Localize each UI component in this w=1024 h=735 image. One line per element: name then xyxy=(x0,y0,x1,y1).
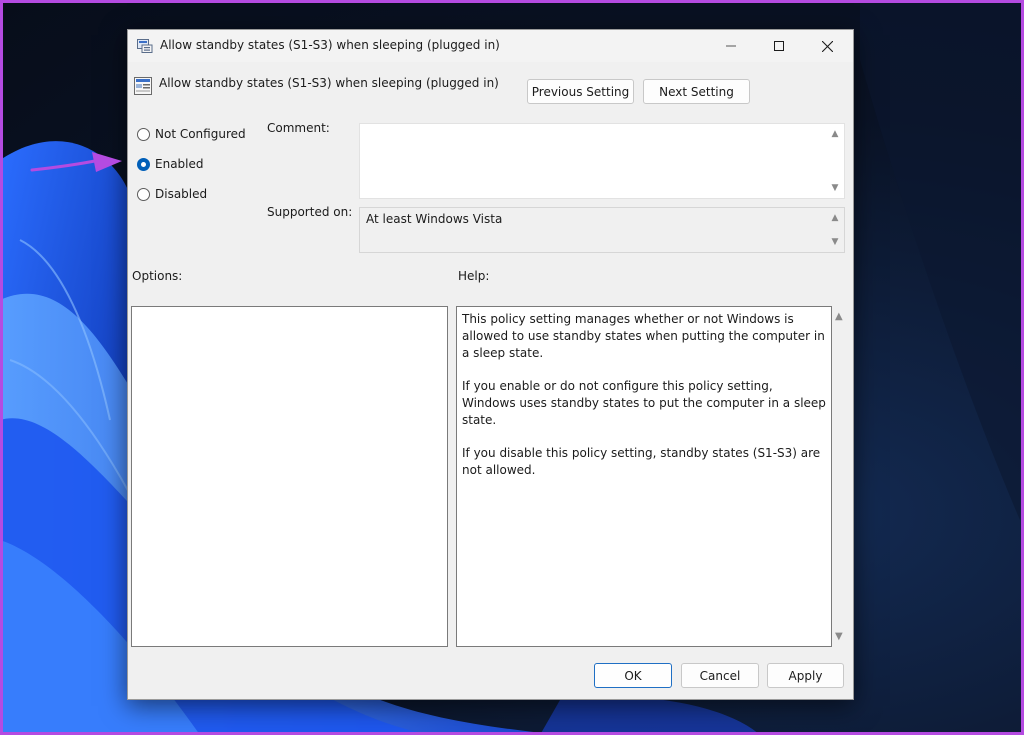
maximize-button[interactable] xyxy=(756,30,802,62)
scroll-down-icon[interactable]: ▼ xyxy=(830,238,840,247)
radio-label: Enabled xyxy=(155,157,204,171)
previous-setting-button[interactable]: Previous Setting xyxy=(527,79,634,104)
minimize-icon xyxy=(726,45,736,47)
help-paragraph: If you disable this policy setting, stan… xyxy=(462,446,821,477)
scroll-down-icon[interactable]: ▼ xyxy=(830,184,840,193)
radio-disabled[interactable]: Disabled xyxy=(137,186,207,202)
help-paragraph: If you enable or do not configure this p… xyxy=(462,379,826,427)
radio-button[interactable] xyxy=(137,127,150,141)
policy-dialog: Allow standby states (S1-S3) when sleepi… xyxy=(127,29,854,700)
radio-not-configured[interactable]: Not Configured xyxy=(137,126,246,142)
scroll-up-icon[interactable]: ▲ xyxy=(830,214,840,223)
radio-label: Disabled xyxy=(155,187,208,201)
comment-label: Comment: xyxy=(267,121,330,135)
policy-heading: Allow standby states (S1-S3) when sleepi… xyxy=(159,76,499,90)
radio-button[interactable] xyxy=(137,187,150,201)
ok-button[interactable]: OK xyxy=(594,663,672,688)
help-label: Help: xyxy=(458,269,490,283)
close-icon xyxy=(821,40,833,52)
minimize-button[interactable] xyxy=(708,30,754,62)
supported-on-value: At least Windows Vista xyxy=(366,212,503,226)
help-panel[interactable]: This policy setting manages whether or n… xyxy=(456,306,832,647)
radio-label: Not Configured xyxy=(155,127,246,141)
supported-on-label: Supported on: xyxy=(267,205,353,219)
window-title: Allow standby states (S1-S3) when sleepi… xyxy=(160,38,500,52)
purple-arrow-icon xyxy=(30,152,122,172)
radio-button-selected[interactable] xyxy=(137,157,150,171)
scroll-up-icon[interactable]: ▲ xyxy=(830,130,840,139)
supported-on-field: At least Windows Vista ▲ ▼ xyxy=(359,207,845,253)
title-bar[interactable]: Allow standby states (S1-S3) when sleepi… xyxy=(128,30,853,62)
policy-window-icon xyxy=(137,39,153,53)
comment-textarea[interactable]: ▲ ▼ xyxy=(359,123,845,199)
next-setting-button[interactable]: Next Setting xyxy=(643,79,750,104)
scroll-up-icon[interactable]: ▲ xyxy=(835,311,843,322)
policy-setting-icon xyxy=(134,77,152,95)
radio-enabled[interactable]: Enabled xyxy=(137,156,204,172)
close-button[interactable] xyxy=(804,30,850,62)
apply-button[interactable]: Apply xyxy=(767,663,844,688)
help-paragraph: This policy setting manages whether or n… xyxy=(462,312,825,360)
options-panel xyxy=(131,306,448,647)
maximize-icon xyxy=(774,41,784,51)
scroll-down-icon[interactable]: ▼ xyxy=(835,631,843,642)
options-label: Options: xyxy=(132,269,183,283)
cancel-button[interactable]: Cancel xyxy=(681,663,759,688)
